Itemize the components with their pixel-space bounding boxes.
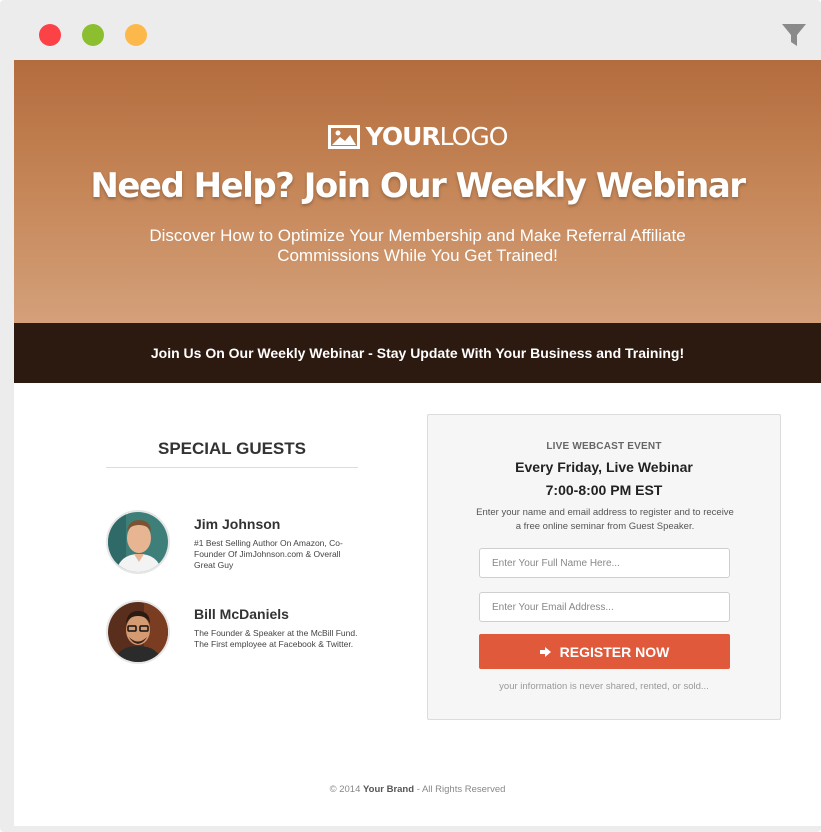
copyright-suffix: - All Rights Reserved — [416, 784, 506, 795]
close-window-button[interactable] — [39, 24, 61, 46]
landing-page: YOURLOGO Need Help? Join Our Weekly Webi… — [14, 60, 821, 826]
logo-text: YOURLOGO — [365, 122, 509, 151]
browser-window: YOURLOGO Need Help? Join Our Weekly Webi… — [0, 0, 821, 832]
window-titlebar — [0, 0, 821, 60]
copyright-prefix: © 2014 — [329, 784, 361, 795]
event-time: 7:00-8:00 PM EST — [545, 482, 663, 498]
avatar — [106, 510, 170, 574]
image-icon — [327, 125, 360, 149]
brand-logo[interactable]: YOURLOGO — [14, 122, 821, 152]
register-now-button[interactable]: REGISTER NOW — [479, 634, 730, 669]
maximize-window-button[interactable] — [125, 24, 147, 46]
registration-card: LIVE WEBCAST EVENT Every Friday, Live We… — [427, 414, 781, 720]
full-name-input[interactable] — [479, 548, 730, 578]
hero-subtitle: Discover How to Optimize Your Membership… — [149, 226, 686, 265]
guest-name: Bill McDaniels — [194, 606, 289, 622]
guest-bio: The Founder & Speaker at the McBill Fund… — [194, 628, 358, 649]
footer-brand: Your Brand — [363, 784, 415, 795]
announcement-banner: Join Us On Our Weekly Webinar - Stay Upd… — [14, 323, 821, 383]
event-schedule: Every Friday, Live Webinar — [515, 459, 693, 475]
minimize-window-button[interactable] — [82, 24, 104, 46]
register-now-label: REGISTER NOW — [559, 643, 670, 660]
hero-section: YOURLOGO Need Help? Join Our Weekly Webi… — [14, 60, 821, 323]
filter-icon[interactable] — [781, 22, 807, 48]
guest-name: Jim Johnson — [194, 516, 281, 532]
page-footer: © 2014 Your Brand - All Rights Reserved — [14, 784, 821, 795]
privacy-note: your information is never shared, rented… — [499, 681, 709, 692]
form-description: Enter your name and email address to reg… — [476, 507, 734, 532]
guest-bio: #1 Best Selling Author On Amazon, Co-Fou… — [194, 538, 343, 570]
special-guests-section: SPECIAL GUESTS Jim Johnson #1 Best Selli… — [106, 430, 358, 664]
email-input[interactable] — [479, 592, 730, 622]
event-kicker: LIVE WEBCAST EVENT — [546, 441, 662, 452]
guest-card: Bill McDaniels The Founder & Speaker at … — [106, 600, 366, 670]
page-title: Need Help? Join Our Weekly Webinar — [90, 166, 746, 206]
guests-heading: SPECIAL GUESTS — [106, 430, 358, 468]
sign-in-icon — [539, 646, 551, 657]
guest-card: Jim Johnson #1 Best Selling Author On Am… — [106, 510, 366, 580]
avatar — [106, 600, 170, 664]
